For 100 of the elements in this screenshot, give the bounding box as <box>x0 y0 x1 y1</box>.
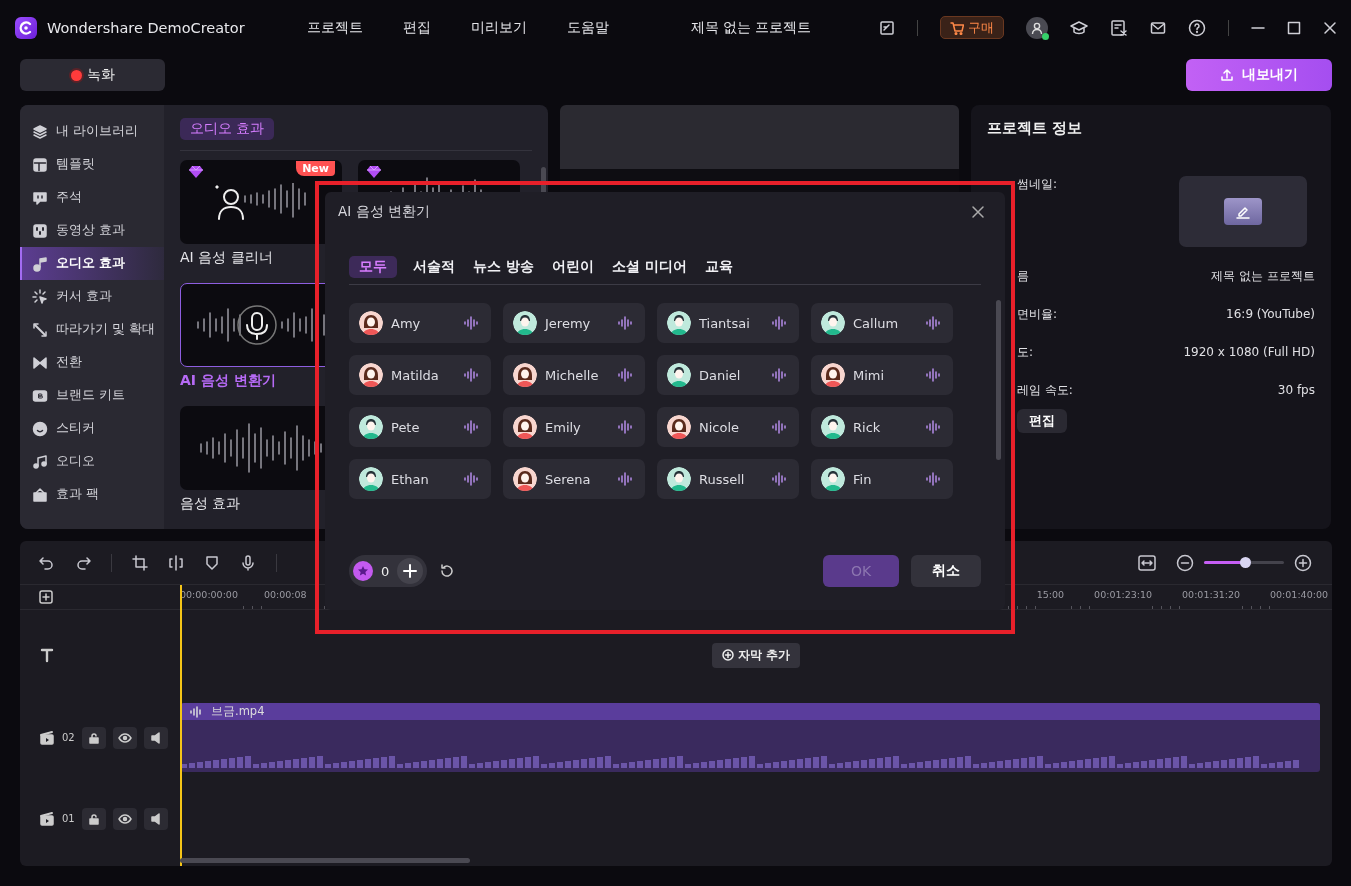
sidebar-item[interactable]: 템플릿 <box>20 148 164 181</box>
refresh-button[interactable] <box>439 563 456 579</box>
time-label: 00:00:08 <box>263 589 307 609</box>
clapper-icon <box>39 729 55 746</box>
zoom-in-icon[interactable] <box>1294 553 1312 572</box>
menu-item[interactable]: 편집 <box>402 18 431 37</box>
voice-name: Rick <box>853 419 882 435</box>
voice-card[interactable]: Rick <box>811 407 953 447</box>
visibility-button[interactable] <box>112 807 137 830</box>
speaker-icon <box>149 812 162 825</box>
track-number: 02 <box>62 732 75 743</box>
voice-card[interactable]: Emily <box>503 407 645 447</box>
audio-clip[interactable]: 브금.mp4 <box>181 703 1320 772</box>
voice-card[interactable]: Callum <box>811 303 953 343</box>
fit-icon[interactable] <box>1138 554 1156 571</box>
graduation-cap-icon[interactable] <box>1070 19 1088 36</box>
waveform-icon <box>925 368 941 382</box>
thumbnail-placeholder[interactable] <box>1179 176 1307 247</box>
mute-button[interactable] <box>143 807 168 830</box>
voice-card[interactable]: Ethan <box>349 459 491 499</box>
record-button[interactable]: 녹화 <box>20 59 165 91</box>
category-tab[interactable]: 뉴스 방송 <box>471 256 536 278</box>
sidebar-item[interactable]: 따라가기 및 확대 <box>20 313 164 346</box>
voice-card[interactable]: Daniel <box>657 355 799 395</box>
sidebar-item[interactable]: 내 라이브러리 <box>20 115 164 148</box>
box-icon <box>32 486 48 503</box>
export-button[interactable]: 내보내기 <box>1186 59 1332 91</box>
field-label: 레임 속도: <box>1017 381 1073 399</box>
mail-icon[interactable] <box>1150 20 1166 35</box>
sidebar-item[interactable]: 주석 <box>20 181 164 214</box>
mute-button[interactable] <box>143 726 168 749</box>
account-avatar[interactable] <box>1026 16 1048 39</box>
sidebar-item[interactable]: 커서 효과 <box>20 280 164 313</box>
credits-count: 0 <box>381 563 390 579</box>
zoom-out-icon[interactable] <box>1176 553 1194 572</box>
undo-icon[interactable] <box>39 554 55 571</box>
effect-label: AI 음성 클리너 <box>180 249 274 267</box>
buy-button[interactable]: 구매 <box>940 16 1004 39</box>
eye-icon <box>117 812 132 825</box>
edit-note-icon[interactable] <box>879 19 895 36</box>
menu-item[interactable]: 도움말 <box>566 18 609 37</box>
lock-button[interactable] <box>81 807 106 830</box>
visibility-button[interactable] <box>112 726 137 749</box>
voice-card[interactable]: Russell <box>657 459 799 499</box>
field-value: 30 fps <box>1277 383 1315 397</box>
redo-icon[interactable] <box>75 554 91 571</box>
smiley-icon <box>32 420 48 437</box>
sidebar-item[interactable]: 전환 <box>20 346 164 379</box>
clapper-icon <box>39 810 55 827</box>
split-icon[interactable] <box>168 554 184 571</box>
avatar-icon <box>513 311 537 335</box>
voice-card[interactable]: Nicole <box>657 407 799 447</box>
waveform-icon <box>771 420 787 434</box>
sidebar-item[interactable]: 브랜드 키트 <box>20 379 164 412</box>
voice-name: Michelle <box>545 367 600 383</box>
voice-card[interactable]: Fin <box>811 459 953 499</box>
edit-button[interactable]: 편집 <box>1017 409 1067 433</box>
close-icon[interactable] <box>1323 20 1337 35</box>
sidebar-item[interactable]: 오디오 효과 <box>20 247 164 280</box>
voice-card[interactable]: Pete <box>349 407 491 447</box>
voice-card[interactable]: Matilda <box>349 355 491 395</box>
add-track-icon[interactable] <box>39 590 53 604</box>
cancel-button[interactable]: 취소 <box>911 555 981 587</box>
voice-card[interactable]: Tiantsai <box>657 303 799 343</box>
voice-card[interactable]: Michelle <box>503 355 645 395</box>
close-icon[interactable] <box>971 205 985 219</box>
time-label: 00:01:40:00 <box>1270 589 1328 609</box>
add-credits-button[interactable] <box>397 558 424 584</box>
tools-icon[interactable] <box>1110 18 1128 37</box>
scrollbar[interactable] <box>180 858 470 863</box>
maximize-icon[interactable] <box>1287 20 1301 35</box>
voice-name: Nicole <box>699 419 741 435</box>
voice-card[interactable]: Serena <box>503 459 645 499</box>
category-tab[interactable]: 교육 <box>702 256 735 278</box>
voice-card[interactable]: Mimi <box>811 355 953 395</box>
help-icon[interactable] <box>1188 18 1206 37</box>
sidebar-item[interactable]: 동영상 효과 <box>20 214 164 247</box>
scrollbar[interactable] <box>541 167 546 194</box>
avatar-icon <box>513 363 537 387</box>
category-tab[interactable]: 어린이 <box>549 256 596 278</box>
lock-button[interactable] <box>81 726 106 749</box>
avatar-icon <box>667 415 691 439</box>
waveform-icon <box>925 472 941 486</box>
add-subtitle-button[interactable]: 자막 추가 <box>711 642 801 668</box>
microphone-icon[interactable] <box>240 554 256 571</box>
menu-item[interactable]: 미리보기 <box>470 18 527 37</box>
avatar-icon <box>667 467 691 491</box>
category-tab[interactable]: 소셜 미디어 <box>609 256 689 278</box>
shield-icon[interactable] <box>204 554 220 571</box>
scrollbar[interactable] <box>996 300 1001 460</box>
menu-item[interactable]: 프로젝트 <box>306 18 363 37</box>
category-tab[interactable]: 서술적 <box>411 256 457 278</box>
cart-icon <box>950 20 964 35</box>
sidebar-item[interactable]: 오디오 <box>20 445 164 478</box>
category-tab[interactable]: 모두 <box>349 256 397 278</box>
voice-card[interactable]: Amy <box>349 303 491 343</box>
sidebar-item[interactable]: 스티커 <box>20 412 164 445</box>
sidebar-item[interactable]: 효과 팩 <box>20 478 164 511</box>
voice-card[interactable]: Jeremy <box>503 303 645 343</box>
crop-icon[interactable] <box>132 554 148 571</box>
